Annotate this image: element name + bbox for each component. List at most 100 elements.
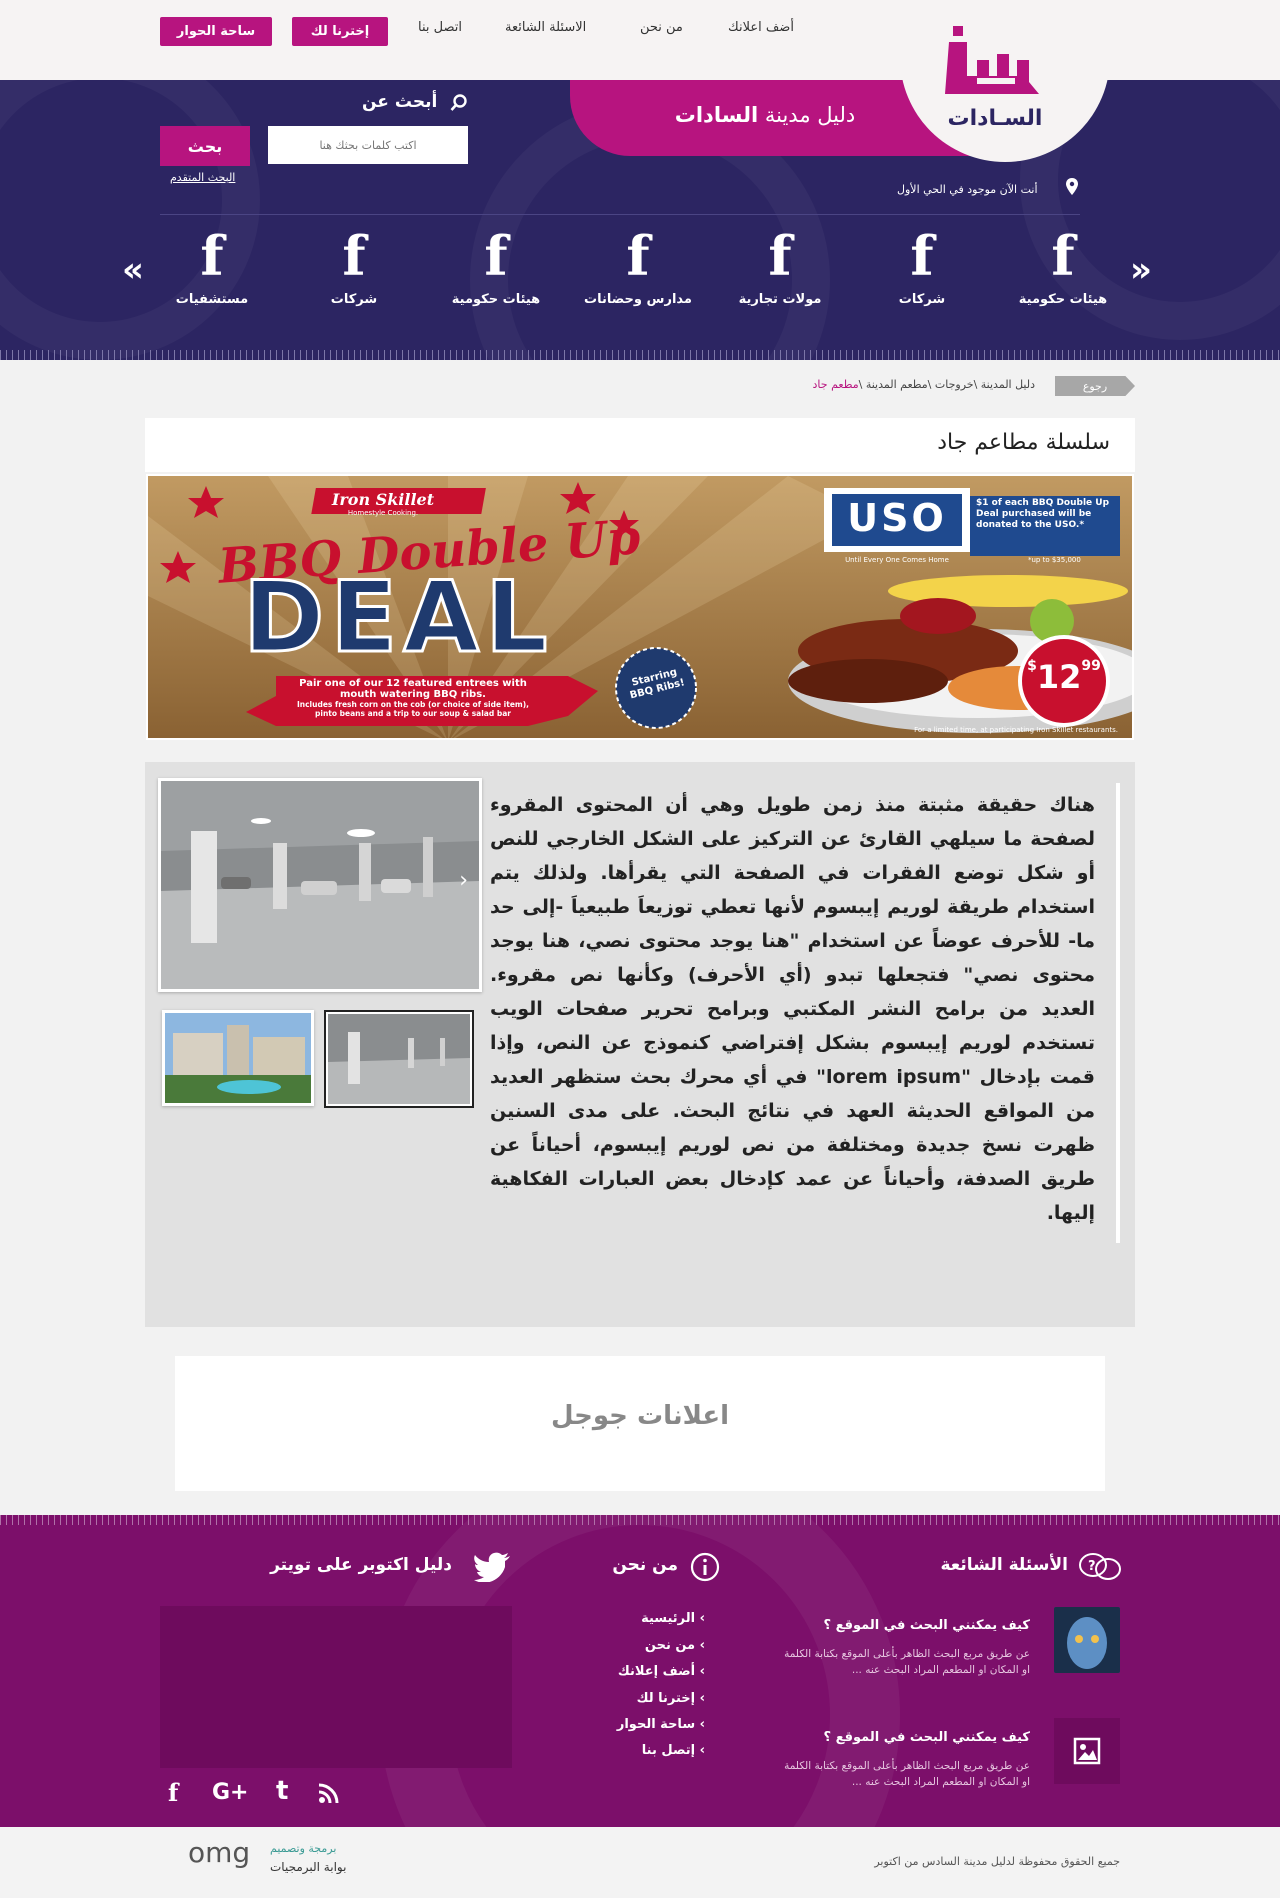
facebook-icon: f <box>342 224 366 288</box>
category-item[interactable]: f هيئات حكومية <box>1003 228 1123 307</box>
footer-link-forum[interactable]: › ساحة الحوار <box>617 1717 705 1732</box>
avatar-image <box>1054 1607 1120 1673</box>
nav-link-add-ad[interactable]: أضف اعلانك <box>728 20 794 35</box>
faq-answer: عن طريق مربع البحث الظاهر بأعلى الموقع ب… <box>784 1760 1030 1788</box>
choose-for-you-button[interactable]: إخترنا لك <box>292 17 388 46</box>
location-pin-icon <box>1066 178 1078 195</box>
twitter-feed-box[interactable] <box>160 1606 512 1768</box>
main-photo[interactable]: › <box>158 778 482 992</box>
omg-logo[interactable]: omg <box>188 1836 250 1869</box>
footer-link-about[interactable]: › من نحن <box>645 1638 705 1653</box>
nav-link-contact[interactable]: اتصل بنا <box>418 20 462 35</box>
faq-question[interactable]: كيف يمكنني البحث في الموقع ؟ <box>824 1730 1030 1745</box>
image-icon <box>1073 1737 1101 1765</box>
facebook-icon: f <box>484 224 508 288</box>
uso-tag: Until Every One Comes Home <box>845 556 949 564</box>
forum-button[interactable]: ساحة الحوار <box>160 17 272 46</box>
category-item[interactable]: f شركات <box>862 228 982 307</box>
guide-prefix: دليل مدينة <box>764 103 856 127</box>
search-input[interactable] <box>268 126 468 164</box>
gallery-thumb-active[interactable] <box>324 1010 474 1108</box>
footer-link-contact[interactable]: › إتصل بنا <box>642 1743 705 1758</box>
nav-link-about[interactable]: من نحن <box>640 20 683 35</box>
breadcrumb-trail[interactable]: دليل المدينة \خروجات \مطعم المدينة \ <box>859 378 1035 391</box>
banner-ribbon-line: Includes fresh corn on the cob (or choic… <box>296 700 530 709</box>
search-button[interactable]: بحث <box>160 126 250 166</box>
faq-answer: عن طريق مربع البحث الظاهر بأعلى الموقع ب… <box>784 1648 1030 1676</box>
google-ads-label: اعلانات جوجل <box>550 1401 730 1431</box>
chevron-icon: › <box>699 1664 705 1679</box>
back-button[interactable]: رجوع <box>1055 376 1135 396</box>
header-decoration <box>0 80 260 360</box>
facebook-icon: f <box>200 224 224 288</box>
chevron-icon: › <box>699 1638 705 1653</box>
faq-chat-icon: ? <box>1079 1553 1121 1580</box>
chevron-icon: › <box>699 1743 705 1758</box>
parking-photo <box>161 781 479 989</box>
header-divider <box>160 214 1080 215</box>
banner-ribbon-line: pinto beans and a trip to our soup & sal… <box>315 709 511 718</box>
search-title: أبحث عن <box>362 92 438 112</box>
header-ruler-edge <box>0 350 1280 360</box>
banner-brand-sub: Homestyle Cooking. <box>347 509 419 517</box>
price-cents: 99 <box>1081 658 1101 674</box>
gallery-thumb[interactable] <box>162 1010 314 1106</box>
category-item[interactable]: f شركات <box>294 228 414 307</box>
nav-link-faq[interactable]: الاسئلة الشائعة <box>505 20 586 35</box>
info-icon <box>690 1552 720 1582</box>
banner-ribbon: Pair one of our 12 featured entrees with… <box>263 678 563 718</box>
category-item[interactable]: f مستشفيات <box>152 228 272 307</box>
credit-line: برمجة وتصميم <box>270 1842 337 1855</box>
google-plus-icon[interactable]: G+ <box>212 1780 249 1805</box>
footer-link-label: إتصل بنا <box>641 1743 696 1758</box>
article-scroll-line <box>1116 783 1120 1243</box>
footer-link-label: إخترنا لك <box>636 1691 696 1706</box>
banner-disclaimer: For a limited time, at participating Iro… <box>914 726 1118 734</box>
footer-link-home[interactable]: › الرئيسية <box>641 1611 705 1626</box>
gallery-next-icon[interactable]: › <box>459 868 468 893</box>
guide-city: السادات <box>674 103 759 127</box>
location-text: أنت الآن موجود في الحي الأول <box>897 183 1038 196</box>
facebook-icon: f <box>910 224 934 288</box>
footer-link-choose[interactable]: › إخترنا لك <box>637 1691 705 1706</box>
faq-avatar <box>1054 1607 1120 1673</box>
category-item[interactable]: f مدارس وحضانات <box>578 228 698 307</box>
facebook-icon[interactable]: f <box>168 1778 178 1807</box>
breadcrumb-current: مطعم جاد <box>812 378 859 391</box>
about-title: من نحن <box>612 1555 678 1575</box>
advanced-search-link[interactable]: البحث المتقدم <box>170 171 235 184</box>
promo-banner[interactable]: Iron Skillet Homestyle Cooking. BBQ Doub… <box>146 474 1134 740</box>
twitter-title: دليل اكتوبر على تويتر <box>270 1555 452 1575</box>
price-main: 12 <box>1036 658 1082 696</box>
category-label: شركات <box>330 292 378 307</box>
footer-link-add-ad[interactable]: › أضف إعلانك <box>618 1664 705 1679</box>
category-item[interactable]: f هيئات حكومية <box>436 228 556 307</box>
footer-link-label: ساحة الحوار <box>616 1717 696 1732</box>
footer-link-label: من نحن <box>644 1638 696 1653</box>
chevron-icon: › <box>699 1717 705 1732</box>
google-ads-box: اعلانات جوجل <box>175 1356 1105 1491</box>
rss-icon[interactable] <box>318 1782 340 1804</box>
logo-text: السـادات <box>947 106 1043 131</box>
price-badge: $1299 <box>1022 658 1106 696</box>
price-dollar: $ <box>1027 658 1037 674</box>
category-label: مدارس وحضانات <box>584 292 692 307</box>
faq-question[interactable]: كيف يمكنني البحث في الموقع ؟ <box>824 1618 1030 1633</box>
title-box: سلسلة مطاعم جاد <box>145 418 1135 472</box>
carousel-next-arrow[interactable]: » <box>1130 250 1152 290</box>
category-item[interactable]: f مولات تجارية <box>720 228 840 307</box>
footer-link-label: الرئيسية <box>641 1611 696 1626</box>
facebook-icon: f <box>768 224 792 288</box>
tumblr-icon[interactable]: t <box>276 1776 288 1806</box>
logo-mark-icon <box>945 26 1039 94</box>
carousel-prev-arrow[interactable]: « <box>122 250 144 290</box>
credit-company[interactable]: بوابة البرمجيات <box>270 1860 346 1874</box>
page-title: سلسلة مطاعم جاد <box>937 430 1110 455</box>
parking-thumbnail <box>328 1014 470 1104</box>
banner-deal: DEAL <box>242 561 554 675</box>
footer-ruler-edge <box>0 1515 1280 1525</box>
uso-logo: USO <box>847 496 947 540</box>
uso-upto: *up to $35,000 <box>1028 556 1081 564</box>
article-text: هناك حقيقة مثبتة منذ زمن طويل وهي أن الم… <box>490 794 1095 1224</box>
breadcrumb: دليل المدينة \خروجات \مطعم المدينة \مطعم… <box>813 378 1035 391</box>
